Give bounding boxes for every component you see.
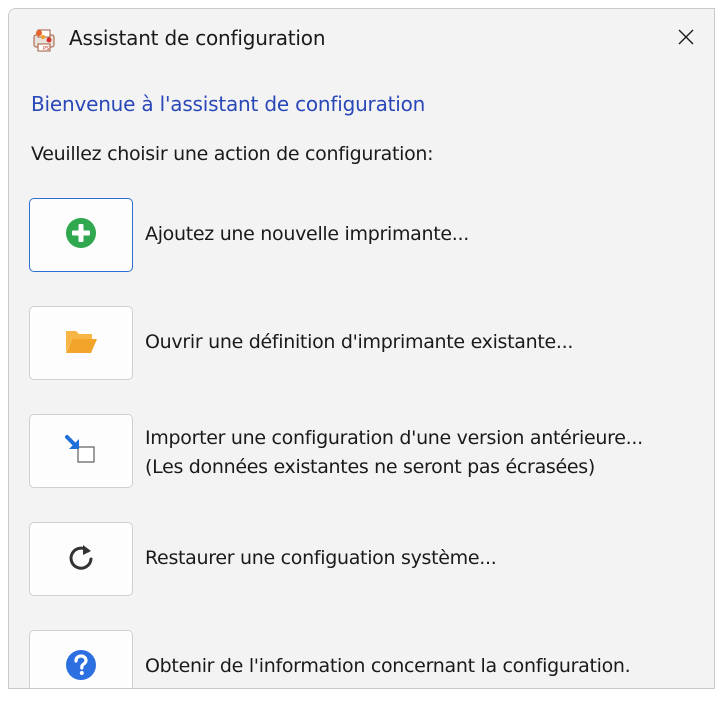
action-row-restore: Restaurer une configuation système... — [29, 522, 714, 600]
import-arrow-icon — [64, 433, 98, 469]
close-button[interactable] — [658, 9, 714, 69]
plus-circle-icon — [65, 217, 97, 253]
open-definition-button[interactable] — [29, 306, 133, 380]
restore-label: Restaurer une configuation système... — [145, 547, 497, 569]
close-icon — [677, 28, 695, 50]
import-config-button[interactable] — [29, 414, 133, 488]
printer-app-icon: PS — [31, 27, 57, 53]
title-bar: PS Assistant de configuration — [9, 9, 714, 69]
folder-open-icon — [64, 327, 98, 359]
help-label: Obtenir de l'information concernant la c… — [145, 655, 631, 677]
action-prompt: Veuillez choisir une action de configura… — [31, 143, 434, 165]
action-row-import-config: Importer une configuration d'une version… — [29, 414, 714, 492]
action-row-add-printer: Ajoutez une nouvelle imprimante... — [29, 198, 714, 276]
setup-wizard-window: PS Assistant de configuration Bienvenue … — [8, 8, 715, 689]
help-button[interactable] — [29, 630, 133, 688]
help-circle-icon — [65, 649, 97, 685]
refresh-icon — [66, 542, 96, 576]
action-row-help: Obtenir de l'information concernant la c… — [29, 630, 714, 688]
window-title: Assistant de configuration — [69, 26, 326, 50]
restore-button[interactable] — [29, 522, 133, 596]
svg-text:PS: PS — [43, 46, 49, 52]
import-config-label: Importer une configuration d'une version… — [145, 427, 643, 478]
add-printer-button[interactable] — [29, 198, 133, 272]
action-row-open-definition: Ouvrir une définition d'imprimante exist… — [29, 306, 714, 384]
welcome-heading: Bienvenue à l'assistant de configuration — [31, 92, 426, 116]
open-definition-label: Ouvrir une définition d'imprimante exist… — [145, 331, 574, 353]
add-printer-label: Ajoutez une nouvelle imprimante... — [145, 223, 470, 245]
